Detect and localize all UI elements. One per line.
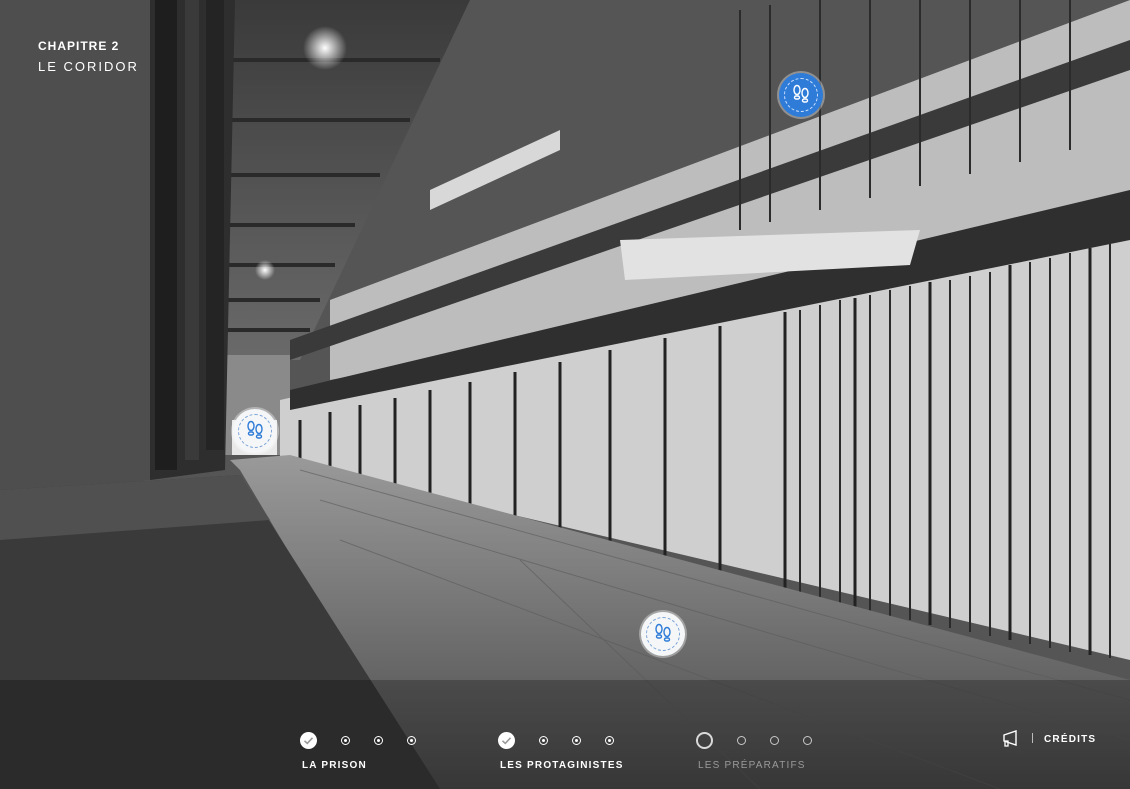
credits-label[interactable]: CRÉDITS	[1044, 734, 1096, 745]
step-complete-icon[interactable]	[300, 732, 317, 749]
footsteps-hotspot-left[interactable]	[233, 409, 277, 453]
sub-step-dot[interactable]	[572, 736, 581, 745]
checkmark-icon	[303, 737, 314, 745]
checkmark-icon	[501, 737, 512, 745]
sub-step-dot[interactable]	[737, 736, 746, 745]
chapter-progress-nav: LA PRISON LES PROTAGINISTES LES PRÉPARAT…	[0, 728, 1130, 778]
chapter-heading: CHAPITRE 2 LE CORIDOR	[38, 39, 139, 74]
sub-step-dot[interactable]	[605, 736, 614, 745]
progress-group-label[interactable]: LA PRISON	[302, 760, 367, 771]
sub-step-dot[interactable]	[374, 736, 383, 745]
sub-step-dot[interactable]	[539, 736, 548, 745]
footsteps-icon	[793, 84, 809, 103]
step-current-icon[interactable]	[696, 732, 713, 749]
step-complete-icon[interactable]	[498, 732, 515, 749]
megaphone-icon	[1003, 730, 1017, 747]
sub-step-dot[interactable]	[341, 736, 350, 745]
footsteps-hotspot-upper[interactable]	[779, 73, 823, 117]
prison-corridor-photo	[0, 0, 1130, 789]
footsteps-hotspot-floor[interactable]	[641, 612, 685, 656]
sub-step-dot[interactable]	[803, 736, 812, 745]
sub-step-dot[interactable]	[407, 736, 416, 745]
chapter-title: LE CORIDOR	[38, 59, 139, 74]
progress-group-label[interactable]: LES PRÉPARATIFS	[698, 760, 806, 771]
credits-separator	[1032, 733, 1033, 743]
progress-group-label[interactable]: LES PROTAGINISTES	[500, 760, 624, 771]
footsteps-icon	[247, 420, 263, 439]
sub-step-dot[interactable]	[770, 736, 779, 745]
footsteps-icon	[655, 623, 671, 642]
chapter-number: CHAPITRE 2	[38, 39, 120, 53]
